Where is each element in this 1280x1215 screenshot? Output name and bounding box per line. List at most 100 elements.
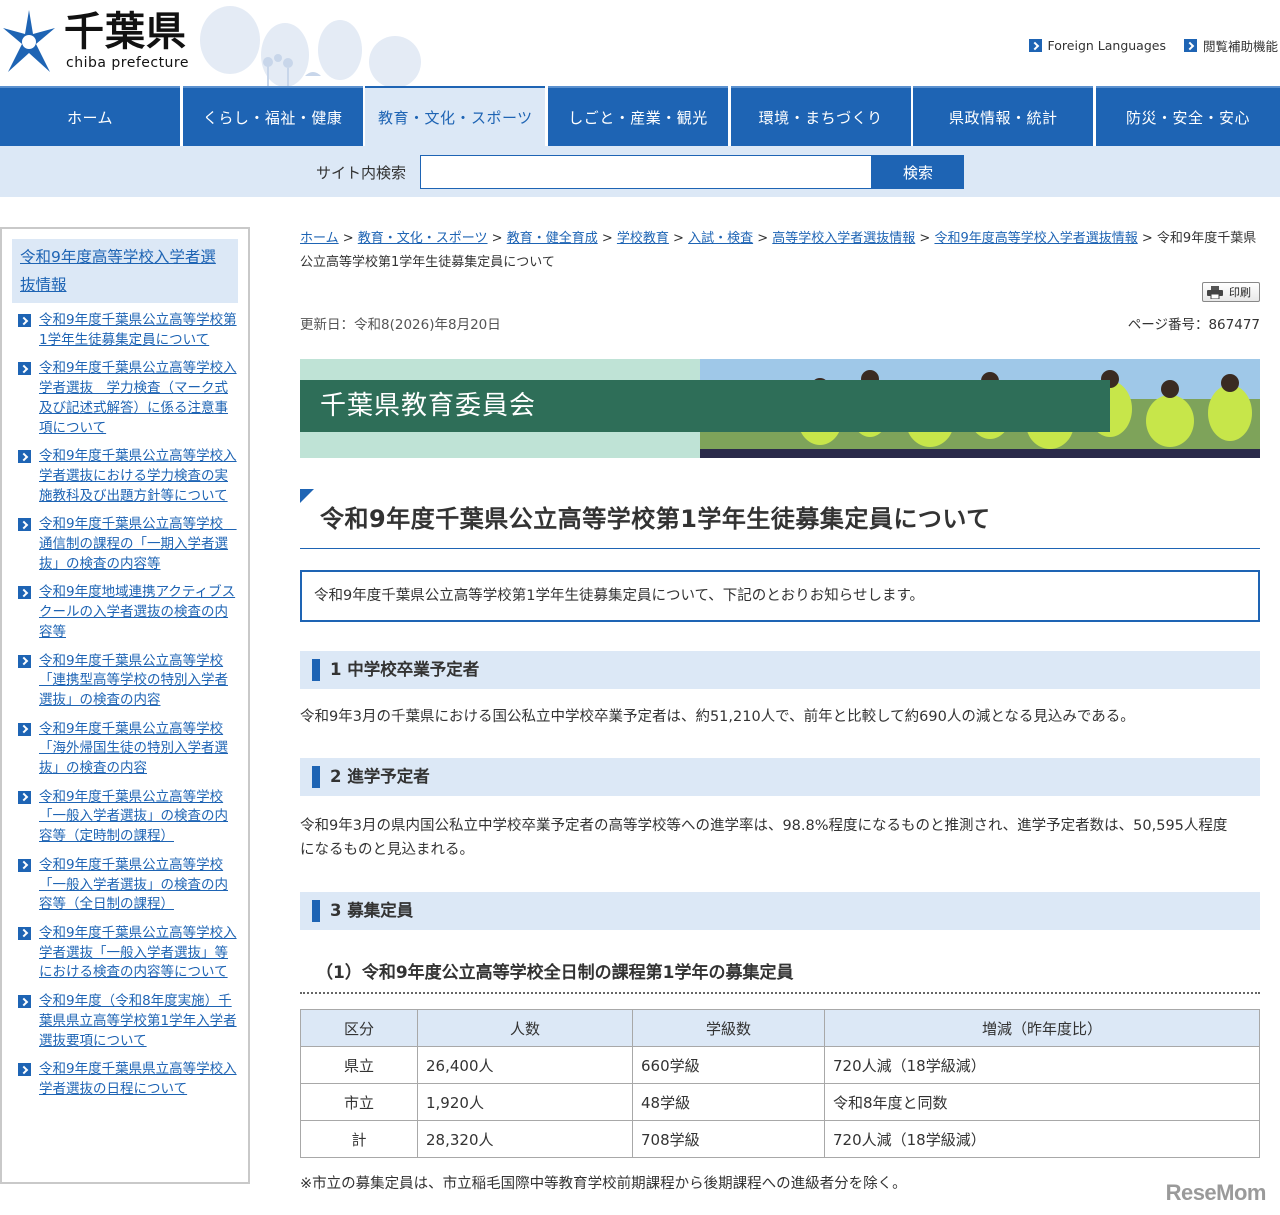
arrow-right-icon (18, 790, 31, 804)
print-row: 印刷 (1202, 282, 1260, 302)
table-header: 増減（昨年度比） (824, 1009, 1260, 1047)
accessibility-link[interactable]: 閲覧補助機能 (1183, 36, 1278, 55)
nav-education-culture[interactable]: 教育・文化・スポーツ (365, 86, 546, 146)
sidebar-item: 令和9年度千葉県県立高等学校入学者選抜の日程について (18, 1060, 238, 1099)
search-button[interactable]: 検索 (872, 155, 964, 189)
search-label: サイト内検索 (316, 164, 407, 182)
corner-triangle-icon (300, 489, 314, 503)
global-nav: ホーム くらし・福祉・健康 教育・文化・スポーツ しごと・産業・観光 環境・まち… (0, 86, 1280, 146)
sidebar-link[interactable]: 令和9年度千葉県公立高等学校「一般入学者選抜」の検査の内容等（定時制の課程） (39, 788, 238, 847)
arrow-right-icon (18, 654, 31, 668)
main-content: ホーム > 教育・文化・スポーツ > 教育・健全育成 > 学校教育 > 入試・検… (300, 227, 1260, 1192)
table-header: 学級数 (632, 1009, 825, 1047)
nav-life-welfare[interactable]: くらし・福祉・健康 (182, 86, 363, 146)
arrow-right-icon (1183, 39, 1197, 52)
search-bar: サイト内検索 検索 (0, 146, 1280, 197)
table-header-row: 区分 人数 学級数 増減（昨年度比） (300, 1009, 1260, 1047)
chiba-logo[interactable]: 千葉県 chiba prefecture (0, 8, 189, 76)
table-cell: 令和8年度と同数 (824, 1083, 1260, 1121)
sidebar-link[interactable]: 令和9年度千葉県公立高等学校入学者選抜における学力検査の実施教科及び出題方針等に… (39, 447, 238, 506)
decorative-plants-illustration (200, 6, 421, 86)
resemom-watermark: ReseMom (1165, 1180, 1267, 1205)
sidebar-link[interactable]: 令和9年度千葉県公立高等学校入学者選抜「一般入学者選抜」等における検査の内容等に… (39, 924, 238, 983)
page-number: ページ番号：867477 (1127, 317, 1260, 333)
sidebar-item: 令和9年度千葉県公立高等学校「海外帰国生徒の特別入学者選抜」の検査の内容 (18, 720, 238, 779)
nav-prefecture-info[interactable]: 県政情報・統計 (913, 86, 1094, 146)
section-heading-3: 3 募集定員 (300, 892, 1260, 930)
search-input[interactable] (420, 155, 872, 189)
breadcrumb-link[interactable]: 学校教育 (617, 231, 669, 246)
table-cell: 28,320人 (417, 1120, 633, 1158)
accessibility-label: 閲覧補助機能 (1202, 39, 1278, 54)
sidebar-link[interactable]: 令和9年度千葉県公立高等学校「海外帰国生徒の特別入学者選抜」の検査の内容 (39, 720, 238, 779)
sidebar-item: 令和9年度千葉県公立高等学校入学者選抜「一般入学者選抜」等における検査の内容等に… (18, 924, 238, 983)
table-cell: 708学級 (632, 1120, 825, 1158)
table-row: 市立 1,920人 48学級 令和8年度と同数 (300, 1083, 1260, 1121)
table-cell: 市立 (300, 1083, 418, 1121)
section-heading-2: 2 進学予定者 (300, 758, 1260, 796)
updated-date: 更新日：令和8(2026)年8月20日 (300, 317, 501, 333)
sidebar-link[interactable]: 令和9年度千葉県公立高等学校「一般入学者選抜」の検査の内容等（全日制の課程） (39, 856, 238, 915)
page-title: 令和9年度千葉県公立高等学校第1学年生徒募集定員について (320, 505, 991, 533)
arrow-right-icon (18, 362, 31, 376)
sidebar-item: 令和9年度（令和8年度実施）千葉県県立高等学校第1学年入学者選抜要項について (18, 992, 238, 1051)
page-title-wrap: 令和9年度千葉県公立高等学校第1学年生徒募集定員について (300, 489, 1260, 549)
section-body-2: 令和9年3月の県内国公私立中学校卒業予定者の高等学校等への進学率は、98.8%程… (300, 818, 1228, 858)
sidebar-list: 令和9年度千葉県公立高等学校第1学年生徒募集定員について 令和9年度千葉県公立高… (12, 311, 238, 1100)
print-button[interactable]: 印刷 (1202, 282, 1260, 302)
table-cell: 1,920人 (417, 1083, 633, 1121)
arrow-right-icon (18, 450, 31, 464)
breadcrumb-link[interactable]: 高等学校入学者選抜情報 (772, 231, 915, 246)
table-note: ※市立の募集定員は、市立稲毛国際中等教育学校前期課程から後期課程への進級者分を除… (300, 1176, 907, 1192)
breadcrumb-link[interactable]: 入試・検査 (688, 231, 753, 246)
foreign-languages-link[interactable]: Foreign Languages (1028, 36, 1166, 55)
print-label: 印刷 (1229, 286, 1251, 299)
nav-disaster-safety[interactable]: 防災・安全・安心 (1095, 86, 1280, 146)
nav-work-industry[interactable]: しごと・産業・観光 (547, 86, 728, 146)
quota-table: 区分 人数 学級数 増減（昨年度比） 県立 26,400人 660学級 720人… (300, 1009, 1260, 1158)
nav-environment[interactable]: 環境・まちづくり (730, 86, 911, 146)
board-of-education-banner: 千葉県教育委員会 (300, 359, 1260, 458)
banner-title: 千葉県教育委員会 (300, 380, 1110, 432)
arrow-right-icon (18, 995, 31, 1009)
sidebar-link[interactable]: 令和9年度千葉県公立高等学校「連携型高等学校の特別入学者選抜」の検査の内容 (39, 652, 238, 711)
table-header: 人数 (417, 1009, 633, 1047)
printer-icon (1207, 285, 1223, 299)
breadcrumb-link[interactable]: 教育・健全育成 (507, 231, 598, 246)
arrow-right-icon (18, 722, 31, 736)
arrow-right-icon (18, 586, 31, 600)
utility-links: Foreign Languages 閲覧補助機能 (1028, 36, 1278, 55)
section-body-1: 令和9年3月の千葉県における国公私立中学校卒業予定者は、約51,210人で、前年… (300, 709, 1135, 725)
sidebar-item: 令和9年度千葉県公立高等学校入学者選抜 学力検査（マーク式及び記述式解答）に係る… (18, 359, 238, 438)
meta-row: 更新日：令和8(2026)年8月20日 ページ番号：867477 (300, 313, 1260, 333)
sidebar-item: 令和9年度千葉県公立高等学校「一般入学者選抜」の検査の内容等（全日制の課程） (18, 856, 238, 915)
table-cell: 26,400人 (417, 1046, 633, 1084)
breadcrumb-link[interactable]: 令和9年度高等学校入学者選抜情報 (934, 231, 1137, 246)
sidebar-link[interactable]: 令和9年度千葉県県立高等学校入学者選抜の日程について (39, 1060, 238, 1099)
sidebar: 令和9年度高等学校入学者選抜情報 令和9年度千葉県公立高等学校第1学年生徒募集定… (0, 227, 250, 1184)
arrow-right-icon (18, 926, 31, 940)
table-cell: 720人減（18学級減） (824, 1046, 1260, 1084)
site-header: 千葉県 chiba prefecture Foreign Languages 閲… (0, 0, 1280, 86)
table-row: 計 28,320人 708学級 720人減（18学級減） (300, 1120, 1260, 1158)
arrow-right-icon (18, 518, 31, 532)
sidebar-item: 令和9年度千葉県公立高等学校入学者選抜における学力検査の実施教科及び出題方針等に… (18, 447, 238, 506)
sidebar-link[interactable]: 令和9年度千葉県公立高等学校入学者選抜 学力検査（マーク式及び記述式解答）に係る… (39, 359, 238, 438)
sidebar-item: 令和9年度千葉県公立高等学校第1学年生徒募集定員について (18, 311, 238, 350)
logo-japanese: 千葉県 (64, 9, 187, 55)
arrow-right-icon (18, 1063, 31, 1077)
sidebar-title[interactable]: 令和9年度高等学校入学者選抜情報 (12, 239, 238, 303)
section-heading-1: 1 中学校卒業予定者 (300, 651, 1260, 689)
logo-english: chiba prefecture (66, 55, 189, 71)
sidebar-link[interactable]: 令和9年度千葉県公立高等学校 通信制の課程の「一期入学者選抜」の検査の内容等 (39, 515, 238, 574)
breadcrumb-link[interactable]: ホーム (300, 231, 339, 246)
breadcrumb-link[interactable]: 教育・文化・スポーツ (358, 231, 488, 246)
sidebar-item: 令和9年度千葉県公立高等学校 通信制の課程の「一期入学者選抜」の検査の内容等 (18, 515, 238, 574)
nav-home[interactable]: ホーム (0, 86, 180, 146)
table-cell: 660学級 (632, 1046, 825, 1084)
sidebar-link[interactable]: 令和9年度千葉県公立高等学校第1学年生徒募集定員について (39, 311, 238, 350)
arrow-right-icon (18, 858, 31, 872)
sidebar-link[interactable]: 令和9年度地域連携アクティブスクールの入学者選抜の検査の内容等 (39, 583, 238, 642)
sidebar-link[interactable]: 令和9年度（令和8年度実施）千葉県県立高等学校第1学年入学者選抜要項について (39, 992, 238, 1051)
table-cell: 計 (300, 1120, 418, 1158)
